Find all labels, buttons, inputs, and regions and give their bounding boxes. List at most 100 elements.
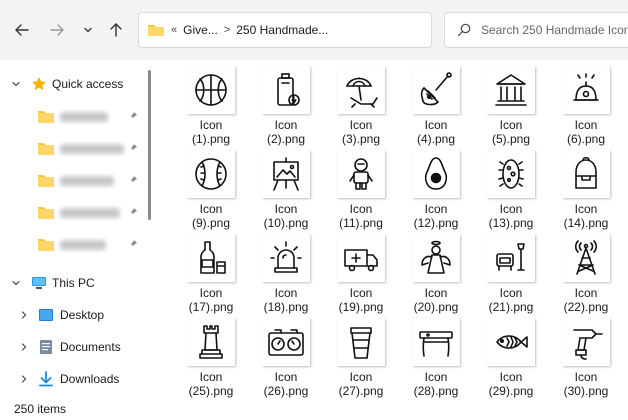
file-item[interactable]: Icon (19).png	[326, 234, 396, 316]
nav-item-pinned-folder[interactable]	[0, 102, 148, 130]
recent-locations-button[interactable]	[76, 18, 100, 42]
nav-item-downloads[interactable]: Downloads	[0, 365, 148, 393]
file-item[interactable]: Icon (22).png	[551, 234, 621, 316]
file-thumbnail	[262, 150, 310, 198]
forward-button[interactable]	[45, 18, 69, 42]
computer-icon	[32, 277, 46, 289]
pin-icon	[129, 208, 137, 216]
file-name: Icon (3).png	[341, 118, 381, 146]
file-item[interactable]: Icon (6).png	[551, 66, 621, 148]
file-item[interactable]: Icon (18).png	[251, 234, 321, 316]
folder-icon	[148, 25, 164, 36]
file-item[interactable]: Icon (13).png	[476, 150, 546, 232]
file-thumbnail	[337, 150, 385, 198]
backpack-icon	[575, 156, 597, 189]
file-thumbnail	[562, 150, 610, 198]
battery-icon	[277, 73, 300, 106]
astronaut-icon	[349, 158, 373, 190]
file-item[interactable]: Icon (12).png	[401, 150, 471, 232]
beach-umbrella-icon	[345, 77, 378, 108]
file-item[interactable]: Icon (25).png	[176, 318, 246, 400]
file-name: Icon (14).png	[563, 202, 609, 230]
file-item[interactable]: Icon (20).png	[401, 234, 471, 316]
nav-item-pinned-folder[interactable]	[0, 230, 148, 258]
chess-clock-icon	[268, 329, 304, 356]
nav-label: This PC	[52, 276, 95, 290]
file-item[interactable]: Icon (2).png	[251, 66, 321, 148]
file-thumbnail	[487, 66, 535, 114]
chevron-right-icon[interactable]	[18, 341, 30, 353]
file-name: Icon (28).png	[413, 370, 459, 398]
file-item[interactable]: Icon (11).png	[326, 150, 396, 232]
file-thumbnail	[412, 150, 460, 198]
file-thumbnail	[562, 318, 610, 366]
file-name: Icon (29).png	[488, 370, 534, 398]
file-item[interactable]: Icon (4).png	[401, 66, 471, 148]
desktop-icon	[39, 309, 53, 321]
file-name: Icon (26).png	[263, 370, 309, 398]
blurred-folder-name	[60, 208, 120, 218]
armchair-lamp-icon	[496, 243, 525, 271]
address-bar[interactable]: « Give... > 250 Handmade...	[138, 12, 432, 48]
breadcrumb-item[interactable]: 250 Handmade...	[236, 23, 328, 37]
star-icon	[32, 77, 46, 90]
nav-item-quick-access[interactable]: Quick access	[0, 70, 148, 98]
search-input[interactable]	[481, 23, 628, 37]
folder-icon	[38, 239, 54, 251]
file-thumbnail	[187, 150, 235, 198]
blurred-folder-name	[60, 144, 124, 154]
chevron-right-icon[interactable]	[18, 373, 30, 385]
up-button[interactable]	[104, 18, 128, 42]
nav-item-documents[interactable]: Documents	[0, 333, 148, 361]
breadcrumb-overflow[interactable]: «	[171, 24, 177, 36]
fish-icon	[496, 335, 528, 349]
bacteria-icon	[498, 159, 524, 189]
file-name: Icon (4).png	[416, 118, 456, 146]
nav-scrollbar[interactable]	[148, 70, 151, 220]
nav-item-pinned-folder[interactable]	[0, 134, 148, 162]
file-thumbnail	[487, 234, 535, 282]
breadcrumb-item[interactable]: Give...	[183, 23, 218, 37]
nav-label: Desktop	[60, 308, 105, 322]
file-thumbnail	[187, 234, 235, 282]
search-box[interactable]	[444, 12, 628, 48]
file-item[interactable]: Icon (14).png	[551, 150, 621, 232]
file-item[interactable]: Icon (9).png	[176, 150, 246, 232]
file-item[interactable]: Icon (5).png	[476, 66, 546, 148]
file-item[interactable]: Icon (30).png	[551, 318, 621, 400]
file-item[interactable]: Icon (10).png	[251, 150, 321, 232]
file-item[interactable]: Icon (26).png	[251, 318, 321, 400]
file-name: Icon (1).png	[191, 118, 231, 146]
drill-icon	[573, 329, 603, 360]
nav-item-desktop[interactable]: Desktop	[0, 301, 148, 329]
file-item[interactable]: Icon (1).png	[176, 66, 246, 148]
file-item[interactable]: Icon (17).png	[176, 234, 246, 316]
file-thumbnail	[412, 234, 460, 282]
nav-item-this-pc[interactable]: This PC	[0, 269, 148, 297]
file-name: Icon (2).png	[266, 118, 306, 146]
file-item[interactable]: Icon (21).png	[476, 234, 546, 316]
file-item[interactable]: Icon (29).png	[476, 318, 546, 400]
file-thumbnail	[487, 150, 535, 198]
chevron-down-icon[interactable]	[10, 277, 22, 289]
file-item[interactable]: Icon (3).png	[326, 66, 396, 148]
file-name: Icon (5).png	[491, 118, 531, 146]
blurred-folder-name	[60, 240, 106, 250]
chevron-right-icon[interactable]	[18, 309, 30, 321]
folder-icon	[38, 111, 54, 123]
file-item[interactable]: Icon (27).png	[326, 318, 396, 400]
chevron-down-icon[interactable]	[10, 78, 22, 90]
pin-icon	[129, 176, 137, 184]
siren-icon	[270, 241, 302, 273]
balalaika-icon	[420, 72, 452, 106]
file-thumbnail	[562, 234, 610, 282]
back-button[interactable]	[10, 18, 34, 42]
file-item[interactable]: Icon (28).png	[401, 318, 471, 400]
file-thumbnail	[187, 318, 235, 366]
chess-rook-icon	[199, 325, 223, 359]
nav-item-pinned-folder[interactable]	[0, 198, 148, 226]
file-name: Icon (17).png	[188, 286, 234, 314]
arrow-right-icon	[50, 24, 64, 36]
nav-item-pinned-folder[interactable]	[0, 166, 148, 194]
file-thumbnail	[262, 234, 310, 282]
